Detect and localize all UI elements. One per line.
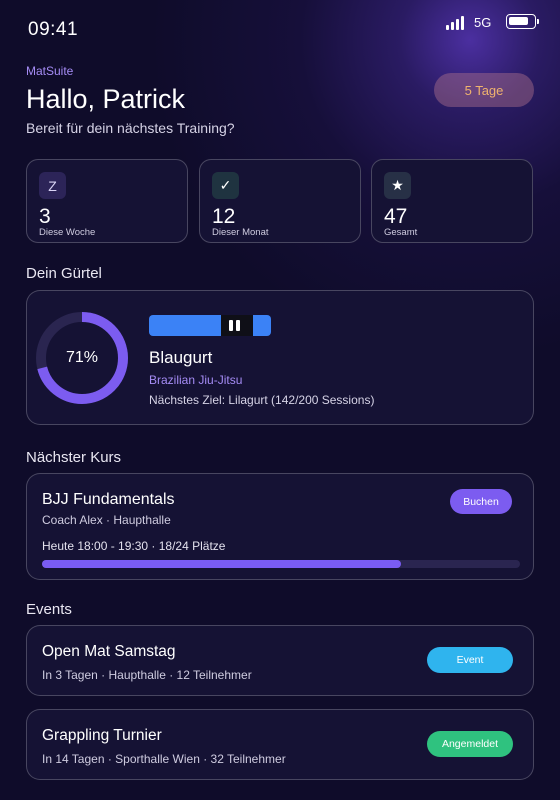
stat-value: 3 xyxy=(39,205,51,228)
event-card[interactable]: Grappling Turnier In 14 Tagen · Sporthal… xyxy=(26,709,534,780)
course-capacity-fill xyxy=(42,560,401,568)
course-time: Heute 18:00 - 19:30 · 18/24 Plätze xyxy=(42,539,226,553)
stat-card-week[interactable]: Z 3 Diese Woche xyxy=(26,159,188,243)
course-card[interactable]: BJJ Fundamentals Coach Alex · Haupthalle… xyxy=(26,473,534,580)
event-button[interactable]: Event xyxy=(427,647,513,673)
check-icon: ✓ xyxy=(212,172,239,199)
event-meta: In 14 Tagen · Sporthalle Wien · 32 Teiln… xyxy=(42,752,286,766)
greeting-subtitle: Bereit für dein nächstes Training? xyxy=(26,120,235,136)
belt-icon xyxy=(149,315,271,336)
star-icon: ★ xyxy=(384,172,411,199)
status-time: 09:41 xyxy=(28,19,79,40)
belt-section-title: Dein Gürtel xyxy=(26,265,102,282)
event-title: Open Mat Samstag xyxy=(42,643,176,660)
event-meta: In 3 Tagen · Haupthalle · 12 Teilnehmer xyxy=(42,668,252,682)
brand-name: MatSuite xyxy=(26,64,74,78)
status-bar: 09:41 5G xyxy=(0,0,560,60)
network-label: 5G xyxy=(474,15,492,30)
streak-badge[interactable]: 5 Tage xyxy=(434,73,534,107)
book-button[interactable]: Buchen xyxy=(450,489,512,514)
stat-card-month[interactable]: ✓ 12 Dieser Monat xyxy=(199,159,361,243)
event-title: Grappling Turnier xyxy=(42,727,162,744)
stat-label: Diese Woche xyxy=(39,227,96,238)
event-card[interactable]: Open Mat Samstag In 3 Tagen · Haupthalle… xyxy=(26,625,534,696)
stat-label: Gesamt xyxy=(384,227,418,238)
events-section-title: Events xyxy=(26,601,72,618)
belt-progress-label: 71% xyxy=(65,349,99,366)
stat-value: 12 xyxy=(212,205,236,228)
stat-card-total[interactable]: ★ 47 Gesamt xyxy=(371,159,533,243)
course-capacity-bar xyxy=(42,560,520,568)
sleep-icon: Z xyxy=(39,172,66,199)
belt-martial-art: Brazilian Jiu-Jitsu xyxy=(149,373,243,387)
belt-card[interactable]: 71% Blaugurt Brazilian Jiu-Jitsu Nächste… xyxy=(26,290,534,425)
course-meta: Coach Alex · Haupthalle xyxy=(42,513,171,527)
battery-icon xyxy=(506,14,539,29)
belt-next-goal: Nächstes Ziel: Lilagurt (142/200 Session… xyxy=(149,393,375,407)
registered-button[interactable]: Angemeldet xyxy=(427,731,513,757)
signal-icon xyxy=(446,16,468,30)
course-section-title: Nächster Kurs xyxy=(26,449,122,466)
stat-value: 47 xyxy=(384,205,408,228)
stat-label: Dieser Monat xyxy=(212,227,269,238)
belt-name: Blaugurt xyxy=(149,348,213,367)
greeting-title: Hallo, Patrick xyxy=(26,84,186,114)
course-title: BJJ Fundamentals xyxy=(42,491,175,508)
